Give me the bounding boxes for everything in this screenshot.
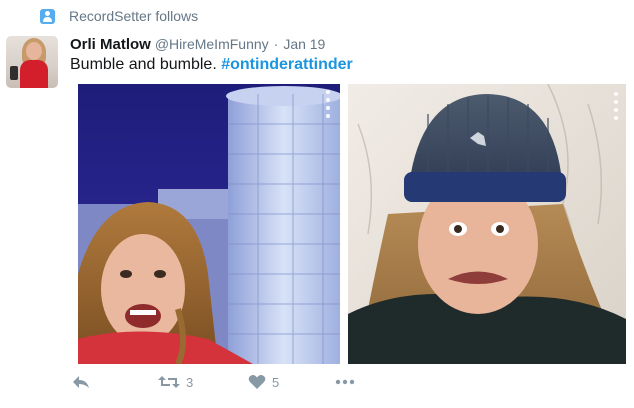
retweet-count: 3 — [186, 374, 194, 390]
author-handle[interactable]: @HireMeImFunny — [155, 36, 269, 52]
photo-right[interactable] — [348, 84, 626, 364]
avatar[interactable] — [6, 36, 58, 88]
like-count: 5 — [272, 374, 280, 390]
separator: · — [273, 36, 279, 52]
photo-left[interactable] — [78, 84, 340, 364]
like-button[interactable]: 5 — [248, 374, 279, 390]
follow-context-label[interactable]: RecordSetter follows — [69, 8, 198, 24]
follow-context: RecordSetter follows — [40, 8, 198, 24]
retweet-button[interactable]: 3 — [158, 374, 193, 390]
tweet-text: Bumble and bumble. #ontinderattinder — [70, 56, 353, 74]
more-button[interactable] — [334, 374, 356, 390]
tweet-text-plain: Bumble and bumble. — [70, 56, 217, 73]
hashtag-link[interactable]: #ontinderattinder — [221, 56, 353, 73]
tweet-actions: 3 5 — [70, 374, 370, 396]
tweet-date[interactable]: Jan 19 — [283, 36, 325, 52]
person-icon — [40, 8, 55, 24]
author-name[interactable]: Orli Matlow — [70, 36, 151, 53]
reply-button[interactable] — [72, 374, 90, 390]
reply-icon — [72, 374, 90, 390]
heart-icon — [248, 374, 266, 390]
tweet-header: Orli Matlow @HireMeImFunny · Jan 19 — [70, 36, 325, 53]
retweet-icon — [158, 374, 180, 390]
more-dots-icon — [334, 374, 356, 390]
